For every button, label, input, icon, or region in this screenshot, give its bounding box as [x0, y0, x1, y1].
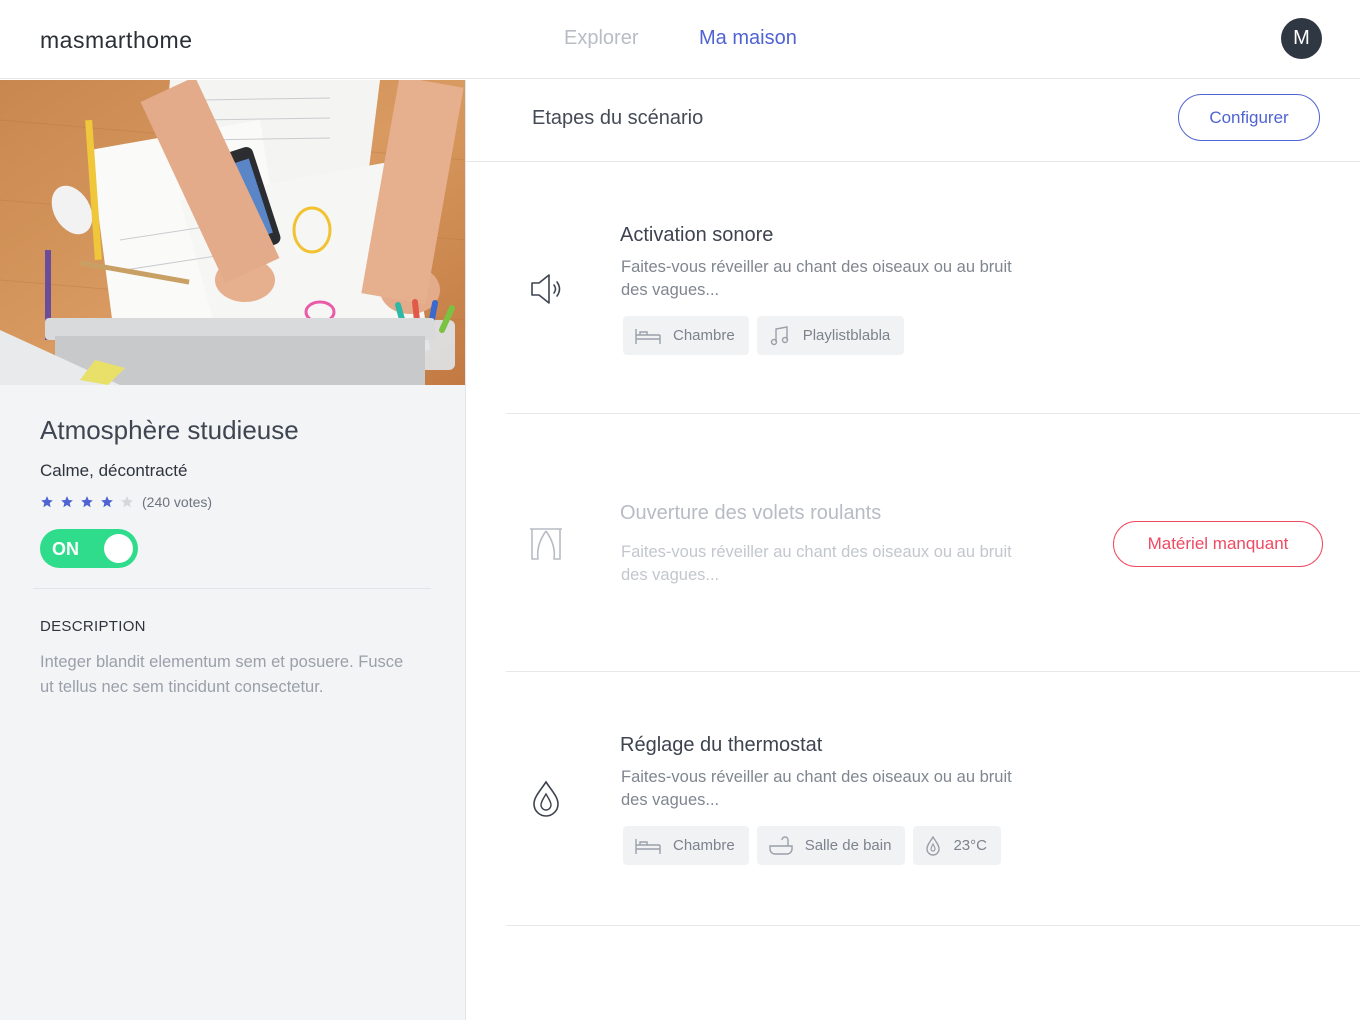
curtains-icon: [530, 528, 562, 560]
tag-playlist[interactable]: Playlistblabla: [756, 316, 905, 355]
scenario-toggle[interactable]: ON: [40, 529, 138, 568]
step-title: Réglage du thermostat: [620, 734, 823, 756]
step-description: Faites-vous réveiller au chant des oisea…: [621, 543, 1012, 584]
missing-hardware-button[interactable]: Matériel manquant: [1113, 521, 1323, 567]
tag-salle-de-bain[interactable]: Salle de bain: [756, 826, 906, 865]
scenario-cover-image: [0, 80, 465, 385]
description-label: DESCRIPTION: [40, 618, 146, 635]
step-volets-roulants[interactable]: Ouverture des volets roulants Faites-vou…: [466, 414, 1360, 672]
tag-label: Chambre: [673, 327, 735, 344]
rating: (240 votes): [40, 494, 212, 510]
star-rating[interactable]: [40, 495, 140, 509]
step-description: Faites-vous réveiller au chant des oisea…: [621, 768, 1012, 809]
bed-icon: [635, 838, 661, 854]
drop-icon: [926, 835, 941, 856]
step-tags: Chambre Playlistblabla: [623, 316, 905, 355]
top-bar: masmarthome Explorer Ma maison M: [0, 0, 1360, 79]
bathtub-icon: [769, 835, 793, 855]
toggle-knob: [104, 534, 133, 563]
tag-label: Chambre: [673, 837, 735, 854]
star-icon[interactable]: [40, 495, 54, 509]
step-tags: Chambre Salle de bain 23°C: [623, 826, 1001, 865]
nav-ma-maison[interactable]: Ma maison: [699, 27, 797, 50]
steps-header: Etapes du scénario Configurer: [466, 80, 1360, 162]
star-icon[interactable]: [80, 495, 94, 509]
configure-button[interactable]: Configurer: [1178, 94, 1320, 141]
scenario-title: Atmosphère studieuse: [40, 415, 299, 445]
user-avatar[interactable]: M: [1281, 18, 1322, 59]
step-thermostat[interactable]: Réglage du thermostat Faites-vous réveil…: [466, 672, 1360, 926]
tag-label: 23°C: [953, 837, 987, 854]
scenario-sidebar: Atmosphère studieuse Calme, décontracté …: [0, 80, 466, 1020]
bed-icon: [635, 328, 661, 344]
star-icon[interactable]: [100, 495, 114, 509]
step-title: Activation sonore: [620, 224, 774, 246]
tag-chambre[interactable]: Chambre: [623, 316, 749, 355]
speaker-icon: [531, 274, 561, 304]
steps-title: Etapes du scénario: [532, 107, 704, 129]
scenario-subtitle: Calme, décontracté: [40, 461, 188, 480]
divider: [33, 588, 431, 589]
nav-explorer[interactable]: Explorer: [564, 27, 638, 50]
step-activation-sonore[interactable]: Activation sonore Faites-vous réveiller …: [466, 162, 1360, 414]
tag-temperature[interactable]: 23°C: [913, 826, 1001, 865]
music-note-icon: [770, 325, 788, 345]
tag-label: Playlistblabla: [802, 327, 891, 344]
app-logo[interactable]: masmarthome: [40, 27, 192, 54]
tag-label: Salle de bain: [804, 837, 892, 854]
divider: [506, 925, 1360, 926]
toggle-label: ON: [52, 539, 79, 559]
step-description: Faites-vous réveiller au chant des oisea…: [621, 258, 1012, 299]
description-text: Integer blandit elementum sem et posuere…: [40, 653, 404, 696]
star-icon[interactable]: [60, 495, 74, 509]
water-drop-icon: [533, 780, 559, 817]
tag-chambre[interactable]: Chambre: [623, 826, 749, 865]
votes-count: (240 votes): [142, 494, 213, 510]
step-title: Ouverture des volets roulants: [620, 502, 882, 524]
star-icon[interactable]: [120, 495, 134, 509]
